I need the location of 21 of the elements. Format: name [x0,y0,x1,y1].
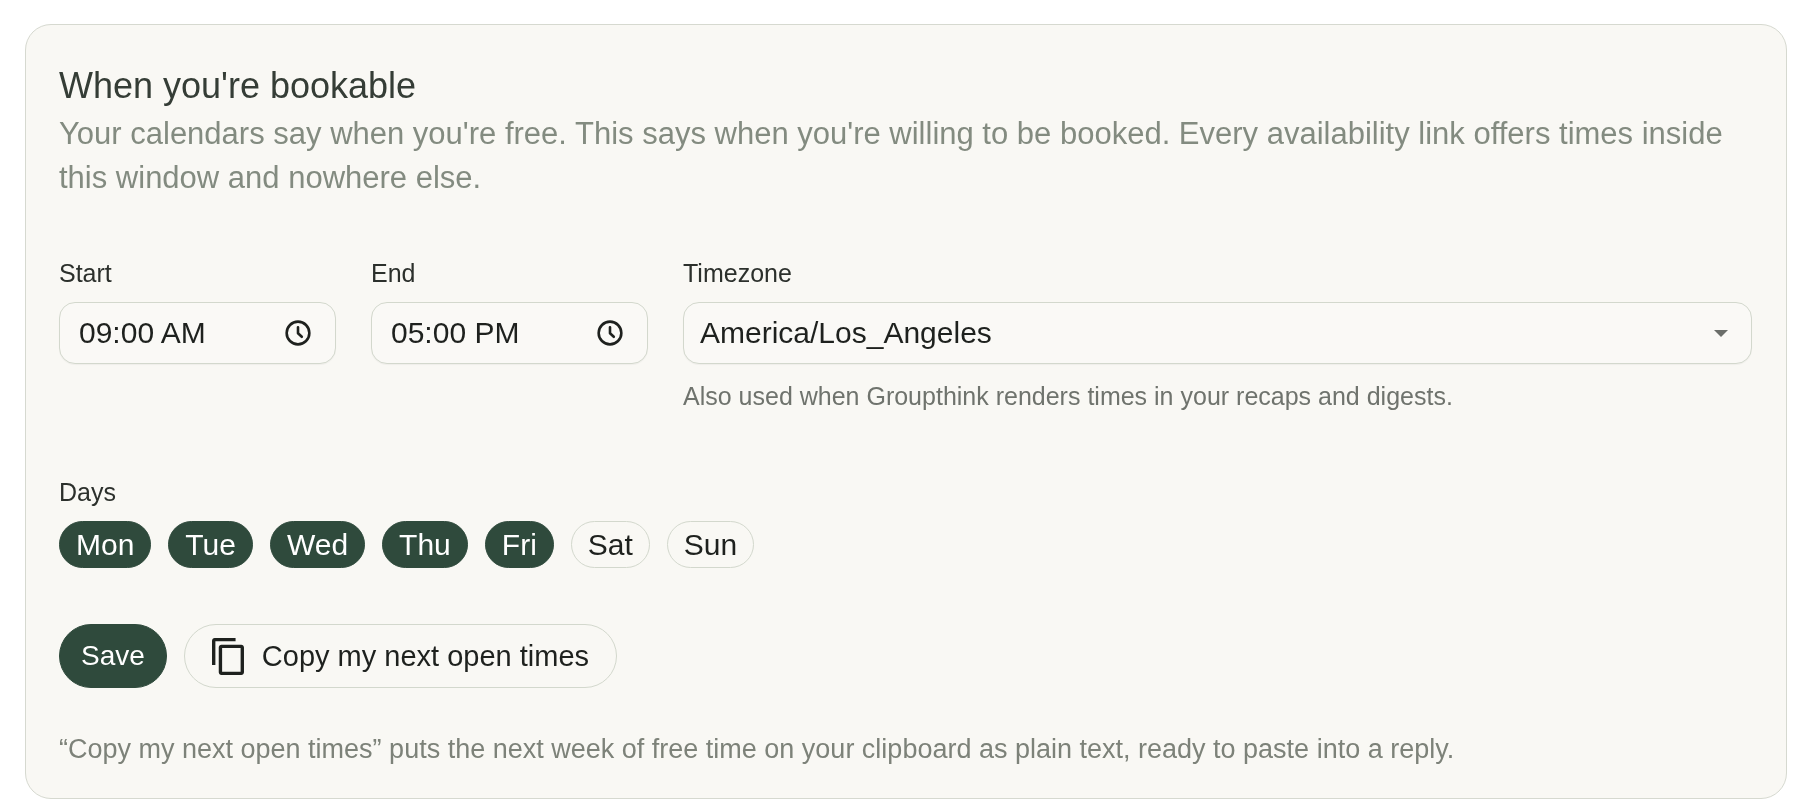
save-button[interactable]: Save [59,624,167,688]
clock-icon [597,320,623,346]
field-label: Start [59,259,112,288]
day-toggle[interactable]: Mon [59,521,152,568]
time-field[interactable]: 09:00 AM [59,302,336,364]
day-toggle[interactable]: Thu [382,521,468,568]
timezone-select[interactable]: America/Los_Angeles [683,302,1752,364]
day-toggle[interactable]: Tue [168,521,253,568]
copy-icon [211,637,244,675]
days-label: Days [59,478,116,507]
section-description: Your calendars say when you're free. This says when you're willing to be booked. Every availability link offers times inside this window and nowhere else. [59,115,1724,197]
hint-text: Also used when Groupthink renders times in your recaps and digests. [683,381,1453,411]
field-label: Timezone [683,259,792,288]
time-field[interactable]: 05:00 PM [371,302,648,364]
footnote-text: “Copy my next open times” puts the next week of free time on your clipboard as plain text, ready to paste into a reply. [59,733,1456,765]
field-label: End [371,259,416,288]
day-toggle[interactable]: Wed [269,521,366,568]
section-title: When you're bookable [59,64,418,107]
clock-icon [285,320,311,346]
day-toggle[interactable]: Fri [484,521,554,568]
caret-icon [1714,329,1728,337]
